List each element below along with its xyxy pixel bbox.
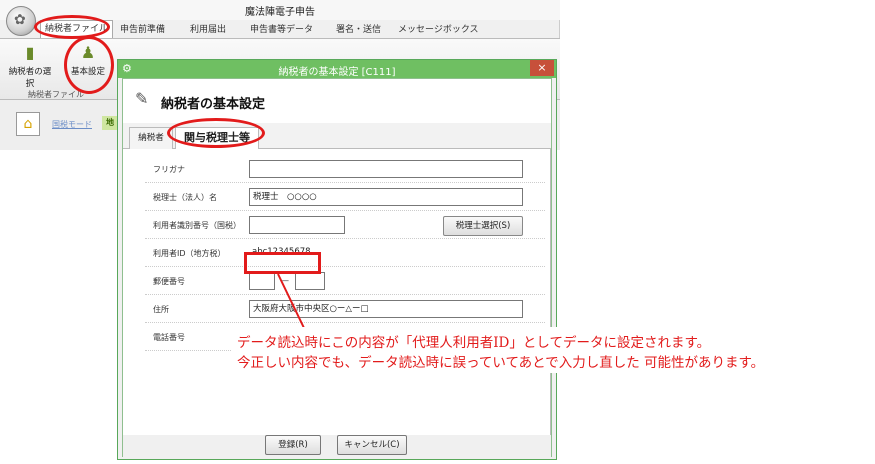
dialog-footer: 登録(R) キャンセル(C) [123,435,551,457]
callout-pointer [277,273,305,329]
row-postal: 郵便番号 — [145,267,545,295]
form-panel: フリガナ 税理士（法人）名 税理士 ○○○○ 利用者識別番号（国税） 税理士選択… [123,149,551,435]
mode-label[interactable]: 国税モード [52,119,92,130]
user-id-local-label: 利用者ID（地方税） [153,249,226,258]
app-titlebar: 魔法陣電子申告 [0,0,560,20]
row-address: 住所 大阪府大阪市中央区○ー△ー□ [145,295,545,323]
phone-label: 電話番号 [153,333,185,342]
name-label: 税理士（法人）名 [153,193,217,202]
app-logo-icon[interactable]: ✿ [6,6,36,36]
dialog-header-title: 納税者の基本設定 [161,97,266,112]
dialog-title: 納税者の基本設定 [C111] [278,67,396,78]
user-id-local-input[interactable]: abc12345678 [249,244,317,262]
tab-sign-send[interactable]: 署名・送信 [336,22,381,36]
address-label: 住所 [153,305,169,314]
tab-usage-notice[interactable]: 利用届出 [190,22,226,36]
dialog-header: ✎ 納税者の基本設定 [123,79,551,123]
tab-taxpayer-file[interactable]: 納税者ファイル [40,20,114,38]
tab-taxpayer[interactable]: 納税者 [129,127,173,149]
close-button[interactable]: × [530,60,554,76]
tab-filing-data[interactable]: 申告書等データ [250,22,313,36]
row-user-id-national: 利用者識別番号（国税） 税理士選択(S) [145,211,545,239]
furigana-label: フリガナ [153,165,185,174]
select-taxpayer-label: 納税者の選択 [8,67,52,89]
home-icon[interactable]: ⌂ [16,112,40,136]
ribbon-group-label: 納税者ファイル [28,90,84,99]
folder-user-icon: ▮ [25,43,35,62]
basic-settings-label: 基本設定 [70,67,105,77]
tab-message-box[interactable]: メッセージボックス [398,22,479,36]
name-input[interactable]: 税理士 ○○○○ [249,188,523,206]
dialog-content: ✎ 納税者の基本設定 納税者 関与税理士等 フリガナ 税理士（法人）名 税理士 … [122,78,552,457]
annotation-line-1: データ読込時にこの内容が「代理人利用者ID」としてデータに設定されます。 [237,335,711,351]
basic-settings-dialog: ⚙ 納税者の基本設定 [C111] × ✎ 納税者の基本設定 納税者 関与税理士… [117,59,557,460]
annotation-line-2: 今正しい内容でも、データ読込時に誤っていてあとで入力し直した 可能性があります。 [237,355,765,371]
select-taxpayer-button[interactable]: ▮ 納税者の選択 [8,41,52,89]
tab-tax-accountant[interactable]: 関与税理士等 [175,127,259,150]
row-furigana: フリガナ [145,155,545,183]
pen-icon: ✎ [135,89,149,108]
user-settings-icon: ♟ [80,43,96,62]
row-name: 税理士（法人）名 税理士 ○○○○ [145,183,545,211]
dialog-tab-bar: 納税者 関与税理士等 [123,123,551,150]
local-mode-badge[interactable]: 地 [102,116,118,130]
register-button[interactable]: 登録(R) [265,435,321,455]
cancel-button[interactable]: キャンセル(C) [337,435,407,455]
dialog-titlebar: ⚙ 納税者の基本設定 [C111] × [118,60,556,78]
furigana-input[interactable] [249,160,523,178]
user-id-national-input[interactable] [249,216,345,234]
select-accountant-button[interactable]: 税理士選択(S) [443,216,523,236]
row-user-id-local: 利用者ID（地方税） abc12345678 [145,239,545,267]
app-title: 魔法陣電子申告 [245,7,315,18]
user-id-national-label: 利用者識別番号（国税） [153,221,241,230]
annotation-callout: データ読込時にこの内容が「代理人利用者ID」としてデータに設定されます。 今正し… [231,327,871,373]
postal-label: 郵便番号 [153,277,185,286]
tab-pre-filing[interactable]: 申告前準備 [120,22,165,36]
basic-settings-button[interactable]: ♟ 基本設定 [66,41,110,85]
ribbon-tabs: 納税者ファイル 申告前準備 利用届出 申告書等データ 署名・送信 メッセージボッ… [38,20,560,38]
